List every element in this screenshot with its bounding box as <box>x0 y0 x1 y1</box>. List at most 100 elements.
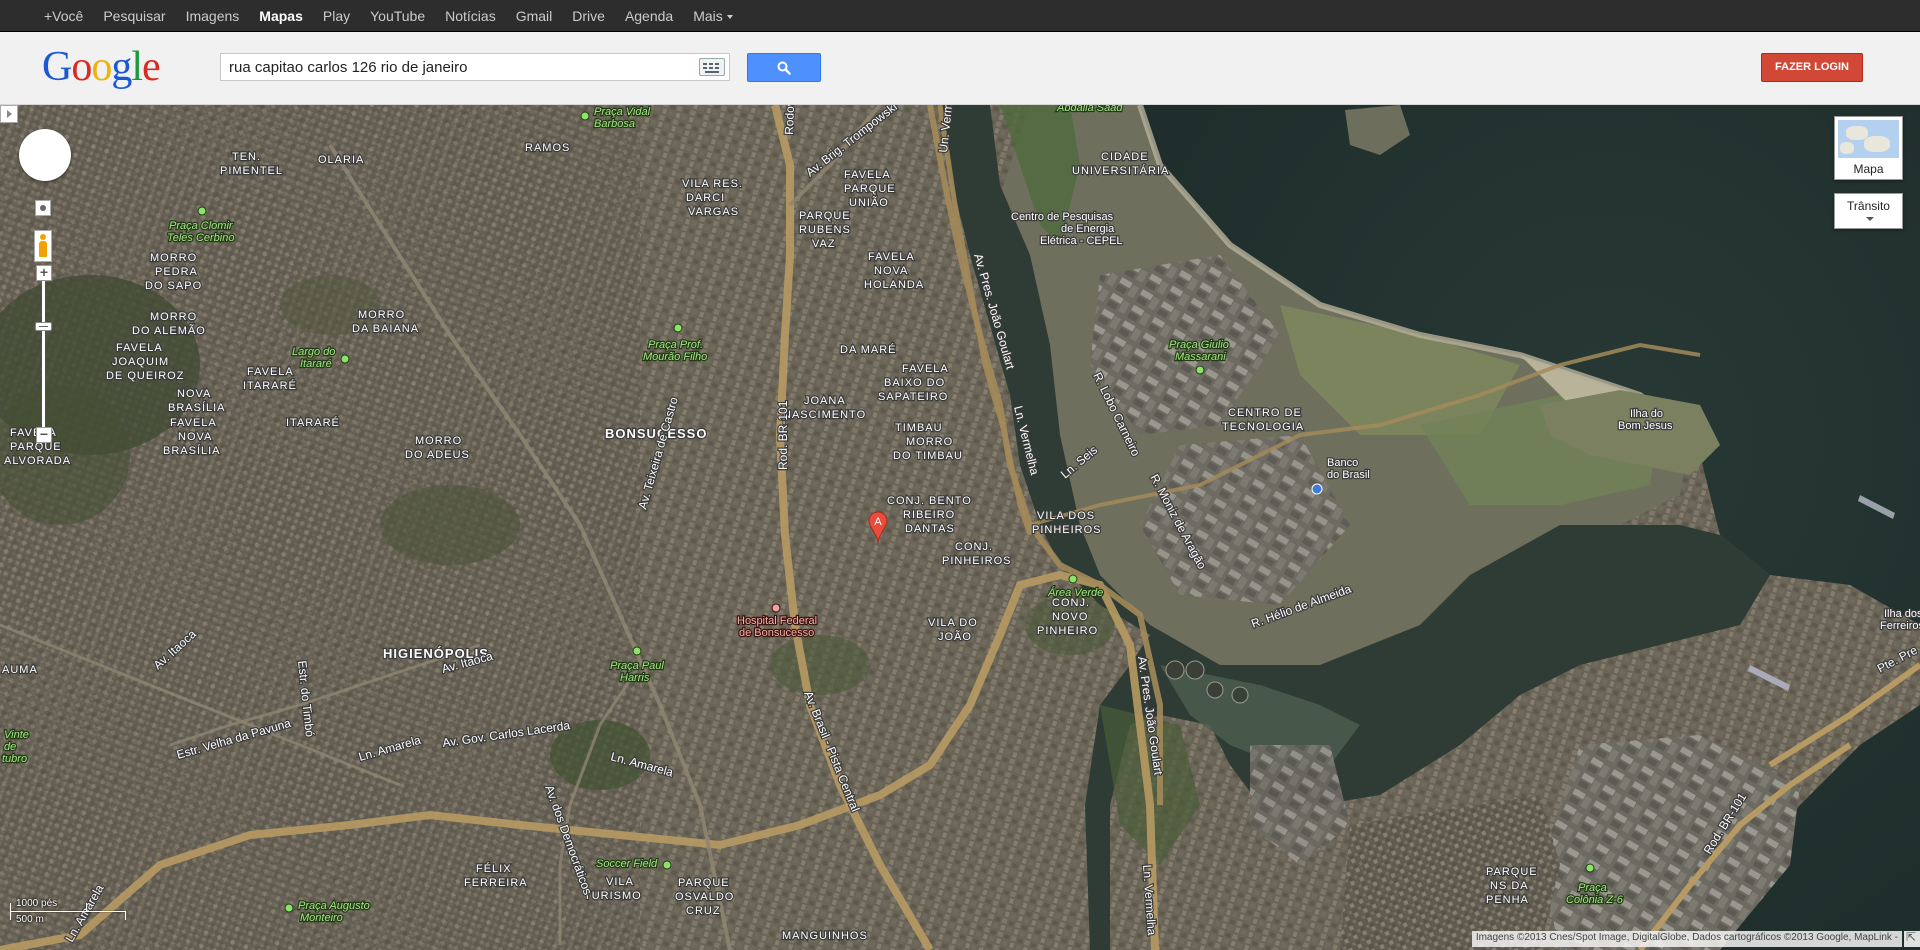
satellite-imagery[interactable]: RAMOS OLARIA TEN. PIMENTEL MORRO PEDRA D… <box>0 105 1920 950</box>
map-label: JOAQUIM <box>112 356 169 368</box>
arrow-down-icon[interactable] <box>39 167 51 179</box>
nav-gmail[interactable]: Gmail <box>516 8 553 24</box>
map-label: FAVELA <box>844 169 891 181</box>
poi-label: Centro de Pesquisas <box>1011 211 1114 223</box>
nav-imagens[interactable]: Imagens <box>186 8 240 24</box>
map-label: PINHEIRO <box>1037 625 1098 637</box>
traffic-label: Trânsito <box>1847 199 1890 213</box>
map-canvas[interactable]: RAMOS OLARIA TEN. PIMENTEL MORRO PEDRA D… <box>0 105 1920 950</box>
zoom-slider-handle[interactable] <box>35 322 52 331</box>
map-label: JOÃO <box>938 630 972 643</box>
nav-youtube[interactable]: YouTube <box>370 8 425 24</box>
poi-label: Banco <box>1327 457 1358 469</box>
map-label: FAVELA <box>902 363 949 375</box>
map-label: VAZ <box>812 238 836 250</box>
map-label: MORRO <box>150 311 197 323</box>
scale-tick <box>10 903 11 920</box>
logo-letter: o <box>91 44 112 90</box>
caret-down-icon <box>726 14 733 19</box>
map-label: TIMBAU <box>895 422 943 434</box>
top-nav: +Você Pesquisar Imagens Mapas Play YouTu… <box>44 0 753 31</box>
poi-label: Ilha do <box>1630 408 1663 420</box>
nav-pesquisar[interactable]: Pesquisar <box>103 8 165 24</box>
map-label: RUBENS <box>799 224 851 236</box>
nav-drive[interactable]: Drive <box>572 8 605 24</box>
map-label: ITARARÉ <box>286 416 340 429</box>
map-label: VILA RES. <box>682 178 743 190</box>
road-label: Rod. BR-101 <box>776 400 790 470</box>
search-input[interactable] <box>229 54 689 80</box>
poi-label: Praça Prof. <box>648 339 703 351</box>
zoom-slider-track[interactable] <box>42 281 45 427</box>
pan-control[interactable] <box>19 129 71 181</box>
scale-metric: 500 m <box>16 914 44 925</box>
chevron-down-icon <box>1866 217 1874 221</box>
map-label: NOVA <box>874 265 908 277</box>
map-label: UNIVERSITÁRIA <box>1072 164 1169 177</box>
pegman-street-view-icon[interactable] <box>34 230 52 262</box>
map-label: RIBEIRO <box>903 509 955 521</box>
google-logo[interactable]: Google <box>42 44 161 90</box>
map-label: DO TIMBAU <box>893 450 963 462</box>
poi-label: Bom Jesus <box>1618 420 1673 432</box>
search-button[interactable] <box>747 53 821 82</box>
keyboard-icon[interactable] <box>699 58 725 76</box>
map-label: DO ADEUS <box>405 449 470 461</box>
map-label: CONJ. <box>955 541 993 553</box>
nav-mais[interactable]: Mais <box>693 8 733 24</box>
map-label: MORRO <box>415 435 462 447</box>
nav-play[interactable]: Play <box>323 8 350 24</box>
poi-label: Itararé <box>300 358 332 370</box>
map-label: NOVO <box>1052 611 1088 623</box>
zoom-out-button[interactable]: − <box>36 427 52 443</box>
poi-label: Vinte <box>4 729 29 741</box>
nav-noticias[interactable]: Notícias <box>445 8 496 24</box>
scale-tick <box>125 911 126 920</box>
map-label: JOANA <box>804 395 846 407</box>
map-label: CONJ. BENTO <box>887 495 972 507</box>
map-label: HOLANDA <box>864 279 924 291</box>
copyright-text: Imagens ©2013 Cnes/Spot Image, DigitalGl… <box>1471 931 1902 947</box>
logo-letter: l <box>131 44 143 90</box>
arrow-right-icon[interactable] <box>57 149 69 161</box>
my-location-button[interactable] <box>35 200 51 216</box>
map-label: PINHEIROS <box>942 555 1012 567</box>
nav-agenda[interactable]: Agenda <box>625 8 673 24</box>
expand-icon[interactable] <box>1904 930 1920 947</box>
poi-label: Abdalla Saad <box>1056 105 1123 114</box>
poi-label: Colônia Z-6 <box>1566 894 1624 906</box>
map-label: FAVELA <box>116 342 163 354</box>
map-type-button[interactable]: Mapa <box>1834 116 1903 180</box>
marker-letter: A <box>874 516 882 528</box>
map-label: BRASÍLIA <box>163 444 221 457</box>
poi-label: Teles Cerbino <box>167 232 234 244</box>
scale-tick <box>86 903 87 911</box>
maps-header: Google FAZER LOGIN <box>0 32 1920 105</box>
map-label: BRASÍLIA <box>168 401 226 414</box>
map-label: CIDADE <box>1101 151 1149 163</box>
side-panel-toggle-button[interactable] <box>0 105 18 123</box>
map-label: BAIXO DO <box>884 377 945 389</box>
map-label: FERREIRA <box>464 877 528 889</box>
traffic-button[interactable]: Trânsito <box>1834 193 1903 229</box>
map-label: DARCI <box>686 192 725 204</box>
map-label: NASCIMENTO <box>783 409 866 421</box>
map-thumbnail <box>1838 120 1899 158</box>
login-button[interactable]: FAZER LOGIN <box>1761 53 1863 82</box>
map-label: FAVELA <box>247 366 294 378</box>
nav-mais-label: Mais <box>693 7 723 24</box>
map-label: DANTAS <box>905 523 955 535</box>
map-label: DE QUEIROZ <box>106 370 184 382</box>
arrow-left-icon[interactable] <box>21 149 33 161</box>
nav-voce[interactable]: +Você <box>44 8 83 24</box>
nav-mapas[interactable]: Mapas <box>259 8 303 24</box>
zoom-in-button[interactable]: + <box>36 265 52 281</box>
search-icon <box>777 61 791 75</box>
poi-label: de Bonsucesso <box>739 627 814 639</box>
map-label: VILA DOS <box>1037 510 1095 522</box>
arrow-up-icon[interactable] <box>39 131 51 143</box>
search-box <box>220 53 730 81</box>
google-top-bar: +Você Pesquisar Imagens Mapas Play YouTu… <box>0 0 1920 32</box>
location-marker-a[interactable]: A <box>868 511 888 545</box>
map-label: AUMA <box>2 664 38 676</box>
